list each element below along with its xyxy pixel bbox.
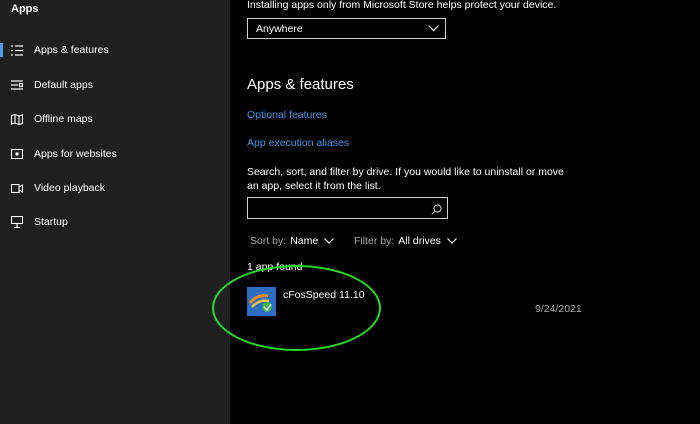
page-title: Apps & features	[247, 76, 354, 93]
sidebar: Apps Apps & features Default apps Offlin…	[0, 0, 230, 424]
video-icon	[11, 182, 23, 194]
sidebar-item-label: Startup	[34, 216, 68, 228]
search-icon	[431, 202, 442, 220]
sidebar-item-label: Apps for websites	[34, 148, 117, 160]
app-execution-aliases-link[interactable]: App execution aliases	[247, 137, 349, 149]
search-description: Search, sort, and filter by drive. If yo…	[247, 166, 564, 192]
map-icon	[11, 113, 23, 125]
optional-features-link[interactable]: Optional features	[247, 109, 327, 121]
sort-by-value: Name	[290, 235, 319, 247]
cfosspeed-app-icon	[247, 287, 276, 316]
startup-icon	[11, 216, 23, 228]
chevron-down-icon	[324, 238, 335, 244]
chevron-down-icon	[428, 23, 439, 35]
selection-indicator	[0, 43, 3, 57]
list-item[interactable]: cFosSpeed 11.10 9/24/2021	[247, 285, 582, 317]
apps-found-count: 1 app found	[247, 261, 303, 273]
sidebar-item-label: Apps & features	[34, 44, 109, 56]
app-install-date: 9/24/2021	[535, 303, 582, 315]
filter-by-dropdown[interactable]: Filter by: All drives	[354, 235, 457, 247]
app-name: cFosSpeed 11.10	[283, 289, 365, 301]
main-content: Installing apps only from Microsoft Stor…	[230, 0, 700, 424]
apps-for-websites-icon	[11, 148, 23, 160]
sidebar-item-label: Default apps	[34, 79, 93, 91]
dropdown-value: Anywhere	[256, 22, 303, 35]
sidebar-item-apps-for-websites[interactable]: Apps for websites	[0, 141, 230, 167]
install-source-dropdown[interactable]: Anywhere	[247, 18, 446, 39]
search-input[interactable]	[247, 197, 448, 219]
sidebar-item-startup[interactable]: Startup	[0, 209, 230, 235]
sidebar-item-label: Video playback	[34, 182, 106, 194]
filter-by-value: All drives	[398, 235, 441, 247]
sort-by-label: Sort by:	[250, 235, 287, 247]
sidebar-item-video-playback[interactable]: Video playback	[0, 175, 230, 201]
sort-by-dropdown[interactable]: Sort by: Name	[250, 235, 335, 247]
filter-by-label: Filter by:	[354, 235, 395, 247]
default-apps-icon	[11, 79, 23, 91]
sidebar-item-label: Offline maps	[34, 113, 93, 125]
sidebar-title: Apps	[11, 3, 39, 15]
sidebar-item-default-apps[interactable]: Default apps	[0, 72, 230, 98]
sidebar-item-offline-maps[interactable]: Offline maps	[0, 106, 230, 132]
apps-list-icon	[11, 44, 23, 56]
sidebar-item-apps-features[interactable]: Apps & features	[0, 37, 230, 63]
chevron-down-icon	[446, 238, 457, 244]
install-source-note: Installing apps only from Microsoft Stor…	[247, 0, 557, 11]
